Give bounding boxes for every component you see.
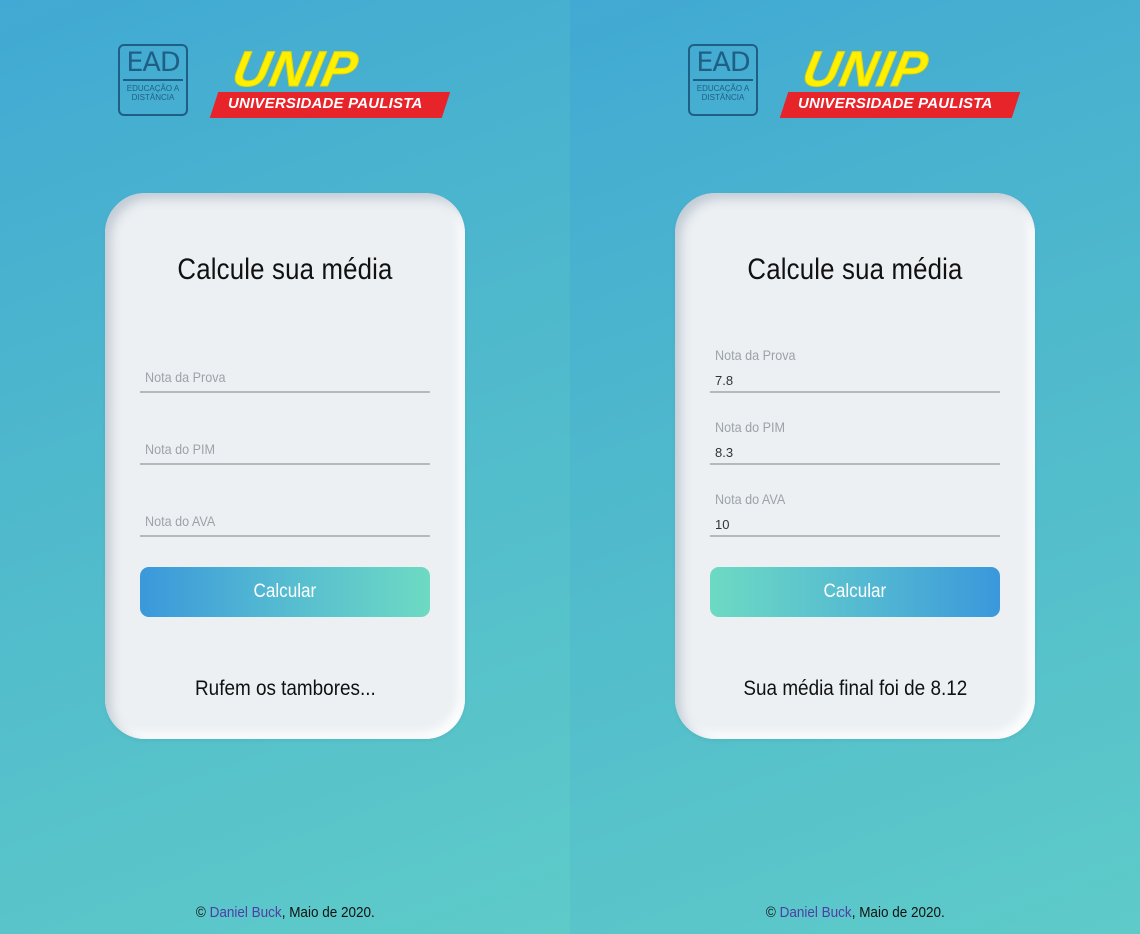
nota-pim-input[interactable]: Nota do PIM 8.3 xyxy=(710,415,1000,465)
nota-pim-label: Nota do PIM xyxy=(715,419,786,435)
nota-ava-value: 10 xyxy=(715,517,730,532)
result-text: Rufem os tambores... xyxy=(105,677,465,701)
footer-content: © Daniel Buck, Maio de 2020. xyxy=(766,904,945,921)
footer: © Daniel Buck, Maio de 2020. xyxy=(570,904,1140,921)
screen-result-state: EAD EDUCAÇÃO A DISTÂNCIA UNIP UNIVERSIDA… xyxy=(570,0,1140,934)
card-title: Calcule sua média xyxy=(177,253,393,286)
screens-container: EAD EDUCAÇÃO A DISTÂNCIA UNIP UNIVERSIDA… xyxy=(0,0,1140,934)
result-text: Sua média final foi de 8.12 xyxy=(675,677,1035,701)
author-link[interactable]: Daniel Buck xyxy=(779,904,851,921)
calcular-button[interactable]: Calcular xyxy=(140,567,430,617)
footer-date: , Maio de 2020. xyxy=(281,904,375,921)
unip-logo: UNIP UNIVERSIDADE PAULISTA xyxy=(779,41,1021,120)
calcular-button-label: Calcular xyxy=(823,581,887,602)
nota-ava-label: Nota do AVA xyxy=(145,513,216,529)
ead-logo-subtitle: EDUCAÇÃO A DISTÂNCIA xyxy=(696,84,750,102)
copyright-symbol: © xyxy=(765,904,776,921)
grade-calculator-card: Calcule sua média Nota da Prova Nota do … xyxy=(105,193,465,739)
screen-empty-state: EAD EDUCAÇÃO A DISTÂNCIA UNIP UNIVERSIDA… xyxy=(0,0,570,934)
author-link[interactable]: Daniel Buck xyxy=(209,904,281,921)
ead-logo-subtitle: EDUCAÇÃO A DISTÂNCIA xyxy=(126,84,180,102)
nota-prova-input[interactable]: Nota da Prova xyxy=(140,343,430,393)
card-title: Calcule sua média xyxy=(747,253,963,286)
nota-pim-input[interactable]: Nota do PIM xyxy=(140,415,430,465)
result-text-content: Sua média final foi de 8.12 xyxy=(743,677,967,700)
ead-logo-text: EAD xyxy=(123,49,183,81)
nota-prova-label: Nota da Prova xyxy=(145,369,226,385)
footer-content: © Daniel Buck, Maio de 2020. xyxy=(196,904,375,921)
calcular-button-label: Calcular xyxy=(253,581,317,602)
unip-logo: UNIP UNIVERSIDADE PAULISTA xyxy=(209,41,451,120)
nota-prova-input[interactable]: Nota da Prova 7.8 xyxy=(710,343,1000,393)
grade-calculator-card: Calcule sua média Nota da Prova 7.8 Nota… xyxy=(675,193,1035,739)
calcular-button[interactable]: Calcular xyxy=(710,567,1000,617)
nota-pim-label: Nota do PIM xyxy=(145,441,216,457)
nota-ava-input[interactable]: Nota do AVA 10 xyxy=(710,487,1000,537)
footer-date: , Maio de 2020. xyxy=(851,904,945,921)
unip-logo-subtitle: UNIVERSIDADE PAULISTA xyxy=(798,95,993,112)
ead-logo-text: EAD xyxy=(693,49,753,81)
nota-prova-value: 7.8 xyxy=(715,373,734,388)
result-text-content: Rufem os tambores... xyxy=(194,677,376,700)
unip-logo-text: UNIP xyxy=(798,41,934,98)
footer: © Daniel Buck, Maio de 2020. xyxy=(0,904,570,921)
unip-logo-text: UNIP xyxy=(228,41,364,98)
copyright-symbol: © xyxy=(195,904,206,921)
nota-prova-label: Nota da Prova xyxy=(715,347,796,363)
ead-logo: EAD EDUCAÇÃO A DISTÂNCIA xyxy=(118,44,188,116)
nota-pim-value: 8.3 xyxy=(715,445,734,460)
ead-logo: EAD EDUCAÇÃO A DISTÂNCIA xyxy=(688,44,758,116)
nota-ava-label: Nota do AVA xyxy=(715,491,786,507)
nota-ava-input[interactable]: Nota do AVA xyxy=(140,487,430,537)
unip-logo-subtitle: UNIVERSIDADE PAULISTA xyxy=(228,95,423,112)
